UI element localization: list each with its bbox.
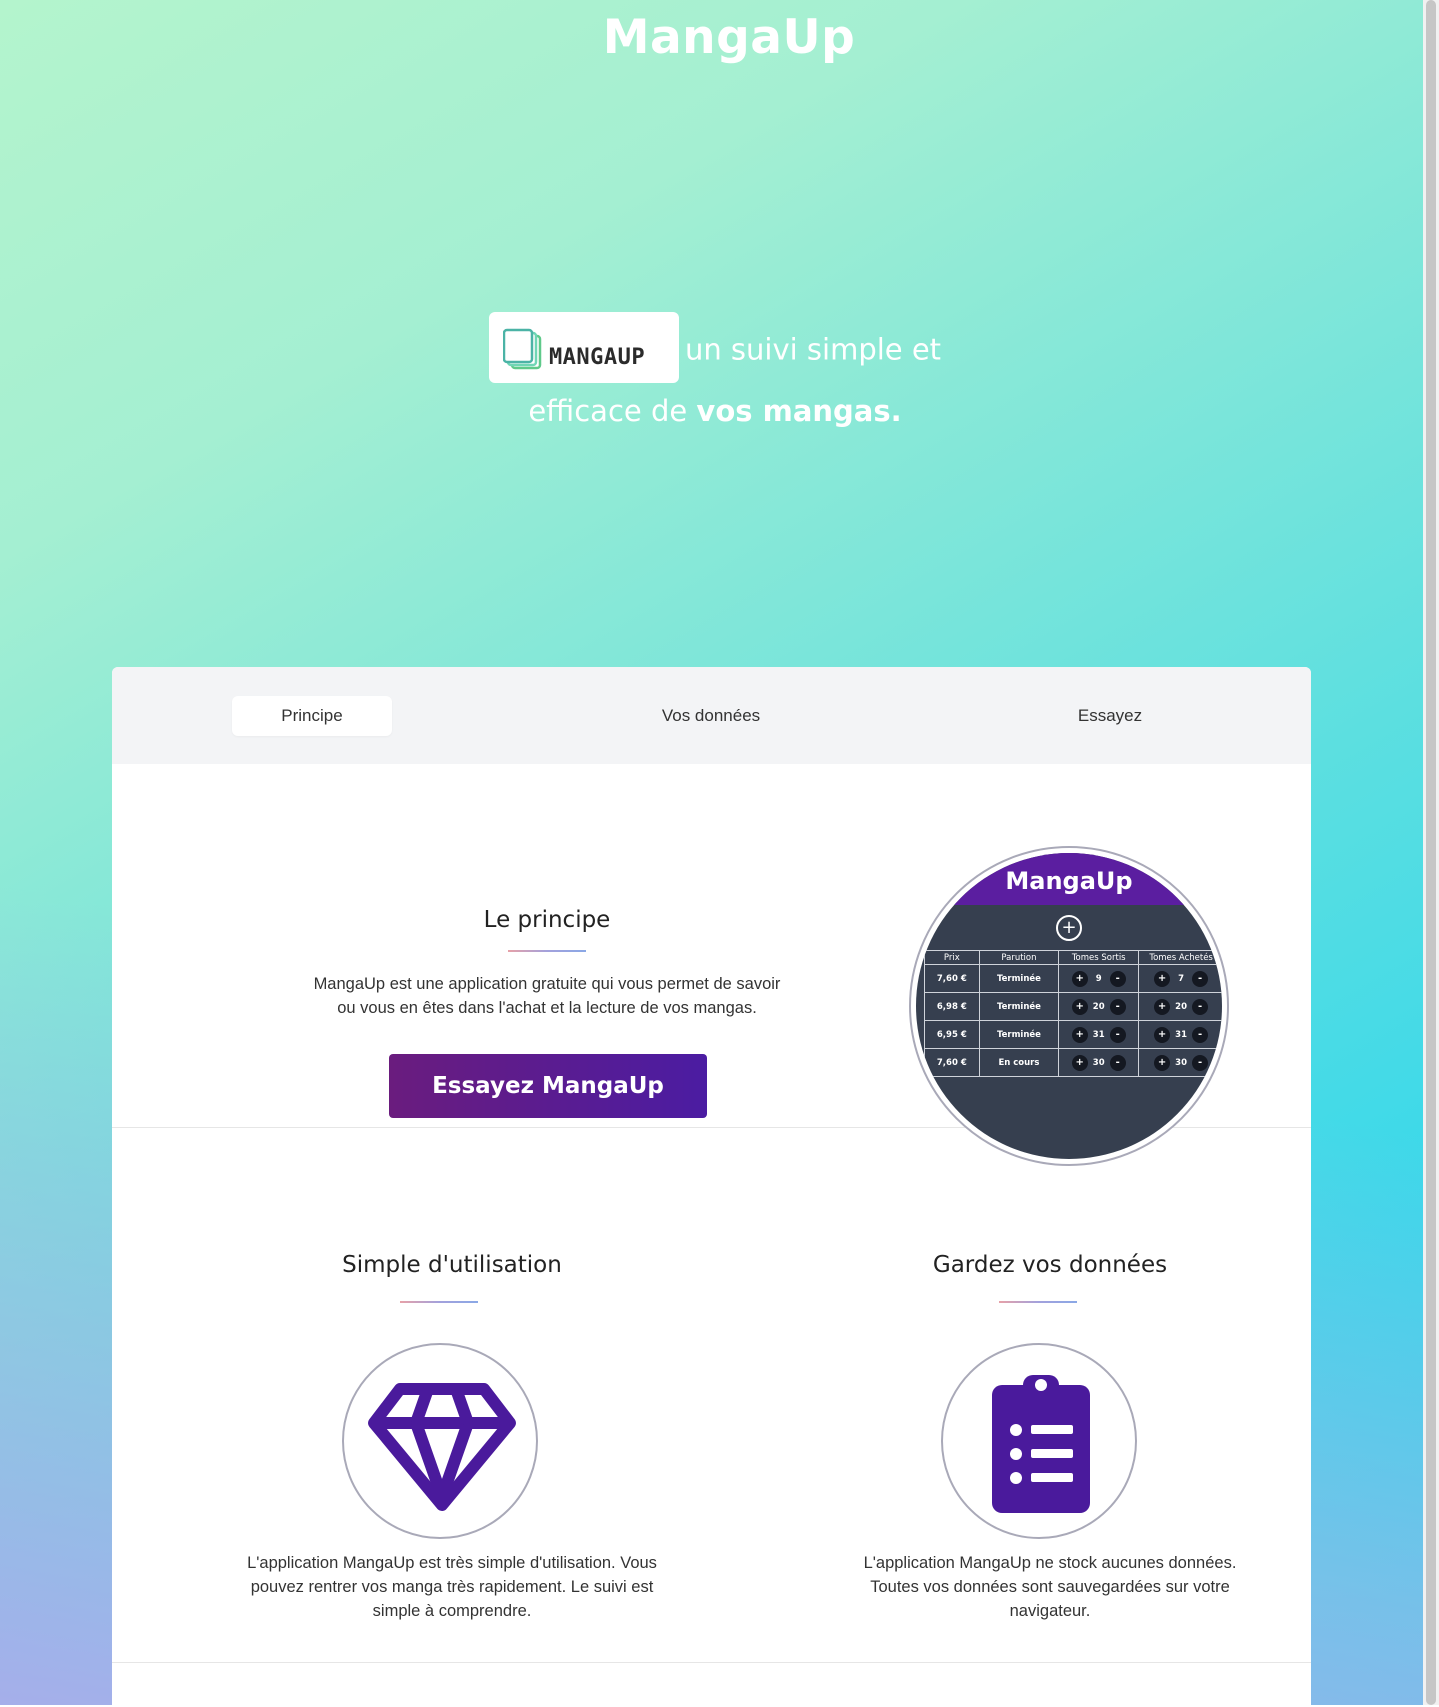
logo-wordmark: MANGAUP	[548, 345, 646, 370]
preview-sortis-value: 31	[1092, 1029, 1105, 1040]
scrollbar-thumb[interactable]	[1426, 0, 1436, 1705]
plus-icon: +	[1071, 1026, 1088, 1043]
clipboard-list-icon	[992, 1375, 1090, 1513]
preview-add-icon: +	[1056, 915, 1082, 941]
app-preview: MangaUp + Prix Parution Tomes Sortis Tom…	[909, 846, 1229, 1166]
minus-icon: -	[1109, 1026, 1126, 1043]
preview-cell-parution: Terminée	[978, 992, 1060, 1021]
tab-essayez[interactable]: Essayez	[1030, 696, 1190, 736]
preview-header-sortis: Tomes Sortis	[1058, 950, 1140, 965]
preview-cell-prix: 7,60 €	[924, 964, 980, 993]
feature-data-underline	[999, 1301, 1077, 1303]
plus-icon: +	[1154, 998, 1171, 1015]
tagline-part1: un suivi simple et	[684, 332, 942, 367]
preview-row: 7,60 € En cours +30- +30-	[924, 1048, 1222, 1077]
plus-icon: +	[1154, 970, 1171, 987]
preview-cell-sortis: +31-	[1058, 1020, 1140, 1049]
principe-text-line2: ou vous en êtes dans l'achat et la lectu…	[337, 999, 757, 1017]
preview-cell-parution: Terminée	[978, 964, 1060, 993]
preview-achetes-value: 30	[1175, 1057, 1188, 1068]
site-title: MangaUp	[602, 10, 856, 65]
plus-icon: +	[1154, 1054, 1171, 1071]
preview-cell-sortis: +9-	[1058, 964, 1140, 993]
feature-simple-title: Simple d'utilisation	[342, 1252, 562, 1278]
mangaup-logo: MANGAUP	[488, 312, 679, 383]
preview-cell-achetes: +30-	[1138, 1048, 1222, 1077]
preview-cell-achetes: +31-	[1138, 1020, 1222, 1049]
preview-header-parution: Parution	[978, 950, 1060, 965]
feature-data-icon-circle	[941, 1343, 1137, 1539]
preview-cell-prix: 6,95 €	[924, 1020, 980, 1049]
tab-bar: Principe Vos données Essayez	[112, 667, 1311, 764]
feature-simple-underline	[400, 1301, 478, 1303]
preview-table: Prix Parution Tomes Sortis Tomes Achetés…	[924, 950, 1222, 1077]
preview-brand: MangaUp	[1005, 867, 1133, 895]
tab-vos-donnees[interactable]: Vos données	[631, 696, 791, 736]
diamond-icon	[368, 1383, 516, 1511]
preview-sortis-value: 30	[1092, 1057, 1105, 1068]
feature-simple-text: L'application MangaUp est très simple d'…	[177, 1551, 727, 1623]
preview-cell-parution: Terminée	[978, 1020, 1060, 1049]
tab-principe[interactable]: Principe	[232, 696, 392, 736]
plus-icon: +	[1071, 998, 1088, 1015]
preview-achetes-value: 7	[1178, 973, 1185, 984]
feature-data-text: L'application MangaUp ne stock aucunes d…	[775, 1551, 1311, 1623]
preview-row: 6,95 € Terminée +31- +31-	[924, 1020, 1222, 1049]
content-card: Principe Vos données Essayez Le principe…	[112, 667, 1311, 1707]
preview-header-achetes: Tomes Achetés	[1138, 950, 1222, 965]
scrollbar[interactable]	[1423, 0, 1439, 1705]
preview-row: 6,98 € Terminée +20- +20-	[924, 992, 1222, 1021]
preview-row: 7,60 € Terminée +9- +7-	[924, 964, 1222, 993]
feature-simple-line1: L'application MangaUp est très simple d'…	[247, 1554, 657, 1572]
try-mangaup-button[interactable]: Essayez MangaUp	[389, 1054, 707, 1118]
section-divider	[112, 1662, 1311, 1663]
pages-icon	[502, 328, 542, 370]
minus-icon: -	[1109, 970, 1126, 987]
hero-tagline: MANGAUP un suivi simple et efficace de v…	[480, 312, 950, 439]
app-preview-screen: MangaUp + Prix Parution Tomes Sortis Tom…	[916, 853, 1222, 1159]
principe-section: Le principe MangaUp est une application …	[112, 764, 1311, 1166]
minus-icon: -	[1109, 998, 1126, 1015]
preview-cell-sortis: +30-	[1058, 1048, 1140, 1077]
feature-simple-icon-circle	[342, 1343, 538, 1539]
principe-underline	[508, 950, 586, 952]
feature-simple-line2: pouvez rentrer vos manga très rapidement…	[250, 1578, 654, 1596]
principe-title: Le principe	[483, 907, 611, 933]
preview-cell-achetes: +7-	[1138, 964, 1222, 993]
preview-header-prix: Prix	[924, 950, 980, 965]
preview-sortis-value: 9	[1095, 973, 1102, 984]
minus-icon: -	[1109, 1054, 1126, 1071]
minus-icon: -	[1192, 970, 1209, 987]
plus-icon: +	[1071, 970, 1088, 987]
preview-cell-parution: En cours	[978, 1048, 1060, 1077]
tagline-bold: vos mangas.	[696, 394, 902, 428]
principe-text-line1: MangaUp est une application gratuite qui…	[313, 975, 781, 993]
preview-sortis-value: 20	[1092, 1001, 1105, 1012]
preview-achetes-value: 31	[1175, 1029, 1188, 1040]
principe-text: MangaUp est une application gratuite qui…	[222, 972, 872, 1020]
minus-icon: -	[1192, 1026, 1209, 1043]
tagline-part2: efficace de	[528, 394, 688, 428]
feature-data-line1: L'application MangaUp ne stock aucunes d…	[863, 1554, 1237, 1572]
feature-data-line3: navigateur.	[1009, 1602, 1091, 1620]
minus-icon: -	[1192, 1054, 1209, 1071]
feature-data-title: Gardez vos données	[932, 1252, 1168, 1278]
feature-data-line2: Toutes vos données sont sauvegardées sur…	[870, 1578, 1230, 1596]
feature-simple-line3: simple à comprendre.	[372, 1602, 532, 1620]
preview-cell-prix: 7,60 €	[924, 1048, 980, 1077]
plus-icon: +	[1154, 1026, 1171, 1043]
preview-cell-prix: 6,98 €	[924, 992, 980, 1021]
preview-achetes-value: 20	[1175, 1001, 1188, 1012]
minus-icon: -	[1192, 998, 1209, 1015]
plus-icon: +	[1071, 1054, 1088, 1071]
preview-cell-sortis: +20-	[1058, 992, 1140, 1021]
preview-cell-achetes: +20-	[1138, 992, 1222, 1021]
